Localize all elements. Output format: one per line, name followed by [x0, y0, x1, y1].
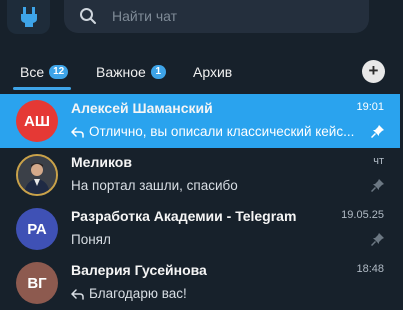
chat-item[interactable]: ВГ Валерия Гусейнова Благодарю вас! 18:4… — [0, 256, 400, 310]
pin-icon — [371, 179, 384, 192]
chat-name: Меликов — [71, 154, 132, 170]
unread-count-badge: 12 — [49, 65, 69, 79]
add-folder-button[interactable]: + — [362, 60, 385, 83]
message-time: 19.05.25 — [341, 209, 384, 221]
tab-label: Важное — [96, 64, 146, 80]
chat-name: Алексей Шаманский — [71, 100, 213, 116]
message-time: 19:01 — [356, 101, 384, 113]
search-icon — [80, 8, 96, 24]
plug-logo-icon — [20, 7, 37, 27]
chat-name: Разработка Академии - Telegram — [71, 208, 297, 224]
message-preview: Отлично, вы описали классический кейс... — [71, 124, 356, 139]
avatar: РА — [16, 208, 58, 250]
tab-important[interactable]: Важное 1 — [96, 64, 166, 80]
tab-label: Архив — [193, 64, 233, 80]
chat-item[interactable]: Меликов На портал зашли, спасибо чт — [0, 148, 400, 202]
message-time: чт — [373, 155, 384, 167]
reply-arrow-icon — [71, 127, 84, 138]
message-preview: Понял — [71, 232, 111, 247]
avatar — [16, 154, 58, 196]
app-logo-button[interactable] — [7, 0, 50, 34]
search-input[interactable] — [110, 4, 354, 28]
chat-item[interactable]: АШ Алексей Шаманский Отлично, вы описали… — [0, 94, 400, 148]
message-preview-text: Отлично, вы описали классический кейс... — [89, 124, 355, 139]
top-bar — [0, 0, 403, 50]
chat-name: Валерия Гусейнова — [71, 262, 207, 278]
tab-label: Все — [20, 64, 45, 80]
message-preview: На портал зашли, спасибо — [71, 178, 238, 193]
search-box[interactable] — [64, 0, 369, 33]
chat-item[interactable]: РА Разработка Академии - Telegram Понял … — [0, 202, 400, 256]
message-time: 18:48 — [356, 263, 384, 275]
pin-icon — [371, 233, 384, 246]
pin-icon — [371, 125, 384, 138]
reply-arrow-icon — [71, 289, 84, 300]
tab-all[interactable]: Все 12 — [20, 64, 69, 80]
avatar: АШ — [16, 100, 58, 142]
unread-count-badge: 1 — [150, 65, 166, 79]
avatar: ВГ — [16, 262, 58, 304]
active-tab-indicator — [13, 87, 71, 90]
user-photo-icon — [18, 156, 56, 194]
chat-filter-tabs: Все 12 Важное 1 Архив + — [0, 58, 403, 90]
tab-archive[interactable]: Архив — [193, 64, 232, 80]
